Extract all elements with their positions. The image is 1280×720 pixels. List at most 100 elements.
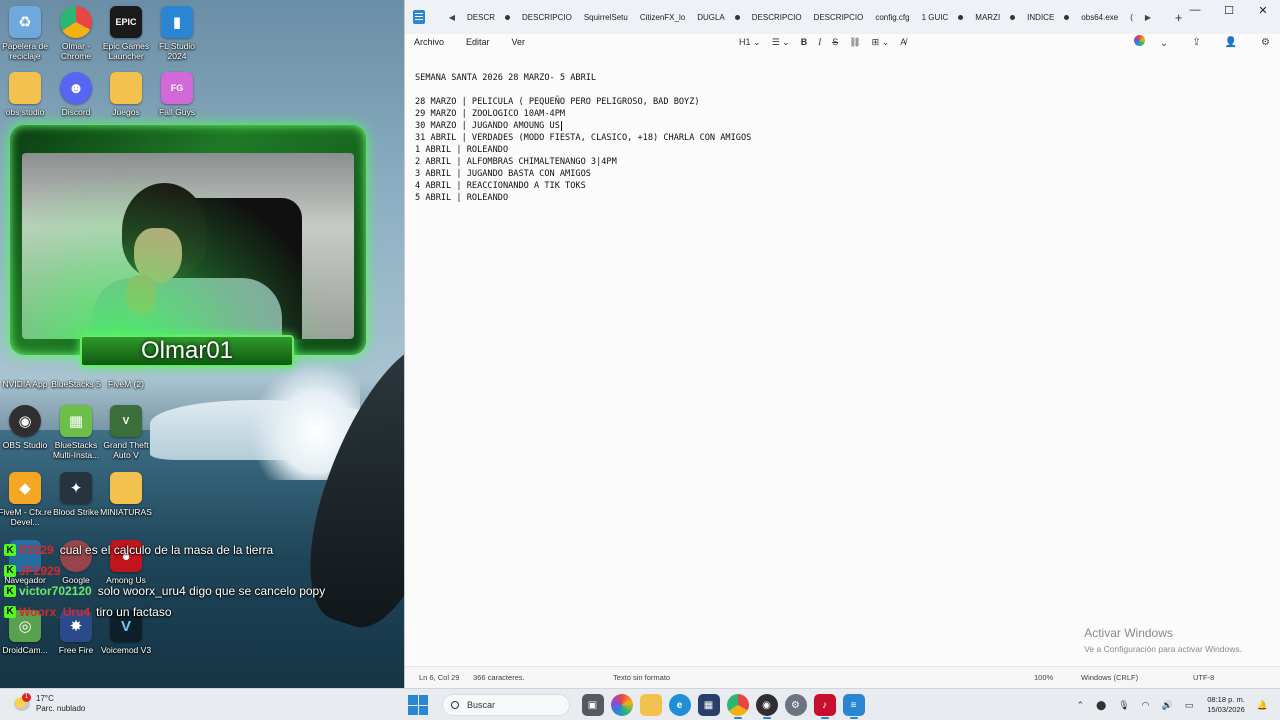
link-button[interactable]: ⛓	[849, 37, 860, 48]
maximize-button[interactable]: ☐	[1212, 0, 1246, 20]
tab[interactable]: CitizenFX_lo	[634, 13, 691, 22]
notification-badge: 1	[22, 693, 31, 702]
battery-icon[interactable]: ▭	[1185, 700, 1194, 711]
chat-username: Woorx_Uru4	[19, 604, 91, 619]
start-button[interactable]	[408, 695, 428, 715]
webcam-overlay: Olmar01	[10, 125, 366, 370]
desktop-icon-fivem-2[interactable]: FiveM (2)	[98, 344, 154, 406]
editor-line: 29 MARZO | ZOOLOGICO 10AM-4PM	[415, 109, 566, 119]
microphone-icon[interactable]: 🎙	[1118, 700, 1129, 711]
tab[interactable]: config.cfg	[869, 13, 915, 22]
search-icon	[451, 701, 459, 709]
menu-ver[interactable]: Ver	[512, 37, 526, 47]
edge-icon: e	[676, 699, 683, 711]
tab[interactable]: DESCRIPCIO	[746, 13, 808, 22]
tabs-scroll-right-icon[interactable]: ▶	[1139, 13, 1157, 22]
tab[interactable]: DESCRIPCIO	[808, 13, 870, 22]
account-button[interactable]: 👤	[1213, 37, 1237, 48]
italic-icon: I	[818, 37, 822, 47]
share-button[interactable]: ⇪	[1180, 37, 1200, 48]
desktop-icon-recycle-bin[interactable]: ♻ Papelera de reciclaje	[0, 6, 53, 68]
kick-icon: K	[4, 544, 16, 557]
heading-dropdown[interactable]: H1 ⌄	[739, 37, 761, 48]
desktop-icon-fivem-dev[interactable]: ◆ FiveM - Cfx.re Devel...	[0, 472, 53, 534]
copilot-button[interactable]: ⌄	[1122, 35, 1168, 49]
tabs-scroll-left-icon[interactable]: ◀	[443, 13, 461, 22]
tiktok-live-button[interactable]: ♪	[813, 694, 836, 719]
notepad-taskbar-button[interactable]: ≡	[842, 694, 865, 719]
edge-button[interactable]: e	[668, 694, 691, 716]
tab-list: DESCR DESCRIPCIO SquirrelSetu CitizenFX_…	[461, 13, 1139, 22]
obs-taskbar-button[interactable]: ◉	[755, 694, 778, 719]
menu-editar[interactable]: Editar	[466, 37, 490, 47]
tab[interactable]: (	[1124, 13, 1139, 22]
table-icon: ⊞	[871, 36, 880, 47]
format-toolbar: H1 ⌄ ☰ ⌄ B I S ⛓ ⊞ ⌄ A̸	[739, 34, 917, 50]
epic-games-icon: EPIC	[110, 6, 142, 38]
notifications-bell-icon[interactable]: 🔔	[1257, 700, 1268, 711]
clear-format-button[interactable]: A̸	[900, 37, 906, 47]
tab[interactable]: INDICE	[1021, 13, 1075, 22]
tab[interactable]: MARZI	[969, 13, 1021, 22]
tab[interactable]: DESCR	[461, 13, 516, 22]
tab[interactable]: 1 GUIC	[916, 13, 970, 22]
fivem-dev-icon: ◆	[9, 472, 41, 504]
store-button[interactable]: ▦	[697, 694, 720, 716]
settings-taskbar-button[interactable]: ⚙	[784, 694, 807, 716]
taskbar-search[interactable]: Buscar	[442, 694, 570, 716]
desktop-icon-bluestacks[interactable]: BlueStacks 5	[48, 344, 104, 406]
desktop-icon-obs-studio[interactable]: ◉ OBS Studio	[0, 405, 53, 467]
copilot-taskbar-button[interactable]	[610, 694, 633, 716]
clock[interactable]: 08:18 p. m. 15/03/2026	[1207, 695, 1245, 715]
bold-button[interactable]: B	[801, 37, 808, 47]
desktop-icon-blood-strike[interactable]: ✦ Blood Strike	[48, 472, 104, 534]
minimize-button[interactable]: —	[1178, 0, 1212, 20]
chat-text: cual es el calculo de la masa de la tier…	[59, 543, 274, 558]
text-editor[interactable]: SEMANA SANTA 2026 28 MARZO- 5 ABRIL 28 M…	[415, 72, 1275, 652]
kick-icon: K	[4, 564, 16, 577]
status-zoom[interactable]: 100%	[1034, 673, 1053, 682]
desktop-icon-chrome[interactable]: Olmar - Chrome	[48, 6, 104, 68]
status-encoding[interactable]: UTF-8	[1193, 673, 1214, 682]
chat-username: JP2929	[19, 563, 61, 578]
bold-icon: B	[800, 37, 808, 47]
menu-archivo[interactable]: Archivo	[414, 37, 444, 47]
tray-overflow-chevron-icon[interactable]: ⌃	[1077, 700, 1085, 711]
strikethrough-button[interactable]: S	[832, 37, 838, 47]
settings-button[interactable]: ⚙	[1249, 37, 1270, 48]
desktop-icon-miniaturas[interactable]: MINIATURAS	[98, 472, 154, 534]
clock-date: 15/03/2026	[1207, 705, 1245, 714]
notepad-window: ◀ DESCR DESCRIPCIO SquirrelSetu CitizenF…	[404, 0, 1280, 688]
tab[interactable]: DESCRIPCIO	[516, 13, 578, 22]
bluestacks-multi-icon: ▦	[60, 405, 92, 437]
store-icon: ▦	[703, 699, 714, 711]
tab[interactable]: SquirrelSetu	[578, 13, 634, 22]
tab-active[interactable]: obs64.exe	[1075, 13, 1124, 22]
desktop-icon-nvidia[interactable]: NVIDIA App	[0, 344, 53, 406]
desktop-icon-fl-studio[interactable]: ▮ FL Studio 2024	[149, 6, 205, 68]
blood-strike-icon: ✦	[60, 472, 92, 504]
file-explorer-button[interactable]	[639, 694, 662, 716]
desktop-icon-gta-v[interactable]: V Grand Theft Auto V	[98, 405, 154, 467]
status-line-ending[interactable]: Windows (CRLF)	[1081, 673, 1138, 682]
desktop-icon-bluestacks-multi[interactable]: ▦ BlueStacks Multi-Insta...	[48, 405, 104, 467]
list-dropdown[interactable]: ☰ ⌄	[772, 37, 790, 48]
chrome-taskbar-button[interactable]	[726, 694, 749, 719]
editor-line-text: 30 MARZO | JUGANDO AMOUNG US	[415, 121, 560, 131]
weather-widget[interactable]: 1 17°C Parc. nublado	[14, 693, 85, 714]
wifi-icon[interactable]: ◠	[1142, 700, 1150, 711]
italic-button[interactable]: I	[818, 37, 821, 47]
watermark-subtitle: Ve a Configuración para activar Windows.	[1084, 644, 1242, 654]
volume-icon[interactable]: 🔊	[1162, 700, 1173, 711]
table-dropdown[interactable]: ⊞ ⌄	[872, 37, 890, 48]
tray-app-icon[interactable]: ⬤	[1096, 700, 1106, 711]
tab[interactable]: DUGLA	[691, 13, 746, 22]
status-format[interactable]: Texto sin formato	[613, 673, 670, 682]
clock-time: 08:18 p. m.	[1207, 695, 1245, 704]
close-button[interactable]: ✕	[1246, 0, 1280, 20]
fl-studio-icon: ▮	[161, 6, 193, 38]
desktop-icon-epic-games[interactable]: EPIC Epic Games Launcher	[98, 6, 154, 68]
chat-message: K P2929 cual es el calculo de la masa de…	[4, 540, 384, 561]
task-view-button[interactable]: ▣	[581, 694, 604, 716]
